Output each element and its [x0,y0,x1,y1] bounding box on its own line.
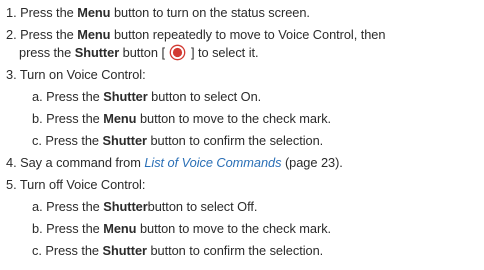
step-5a-shutter-label: Shutter [103,199,148,214]
step-1-number: 1. [6,5,17,20]
step-3b-menu-label: Menu [103,111,137,126]
step-5c-text-1: Press the [45,243,103,258]
step-3-number: 3. [6,67,17,82]
step-3b-text-3: button to move to the check mark. [136,111,332,126]
step-2-text-a: Press the [20,27,78,42]
step-2-shutter-label: Shutter [74,45,120,60]
step-2: 2. Press the Menu button repeatedly to m… [6,26,385,43]
step-3a-text-3: button to select On. [147,89,262,104]
step-5a-letter: a. [32,199,43,214]
step-3c: c. Press the Shutter button to confirm t… [32,132,323,149]
step-5c-shutter-label: Shutter [102,243,148,258]
step-5: 5. Turn off Voice Control: [6,176,145,193]
instructions-page: 1. Press the Menu button to turn on the … [0,0,484,270]
step-2-number: 2. [6,27,17,42]
step-3-text: Turn on Voice Control: [19,67,146,82]
step-3a-shutter-label: Shutter [103,89,148,104]
step-3b-letter: b. [32,111,43,126]
step-3c-letter: c. [32,133,42,148]
shutter-button-icon [169,44,186,61]
step-4-number: 4. [6,155,17,170]
step-3a-letter: a. [32,89,43,104]
step-2-menu-label: Menu [77,27,111,42]
step-3c-text-3: button to confirm the selection. [146,133,324,148]
step-5a-text-1: Press the [46,199,104,214]
step-3b-text-1: Press the [46,111,104,126]
step-1-text-c: button to turn on the status screen. [110,5,310,20]
step-5b-menu-label: Menu [103,221,137,236]
step-5c: c. Press the Shutter button to confirm t… [32,242,323,259]
step-5-number: 5. [6,177,17,192]
step-3b: b. Press the Menu button to move to the … [32,110,331,127]
step-5b-text-3: button to move to the check mark. [136,221,332,236]
step-2-text-d: press the [19,45,75,60]
step-5-text: Turn off Voice Control: [19,177,146,192]
step-3c-text-1: Press the [45,133,103,148]
step-5b: b. Press the Menu button to move to the … [32,220,331,237]
step-4: 4. Say a command from List of Voice Comm… [6,154,343,171]
step-1: 1. Press the Menu button to turn on the … [6,4,310,21]
step-2-text-c: button repeatedly to move to Voice Contr… [110,27,386,42]
step-5a-text-3: button to select Off. [147,199,258,214]
step-2-text-f: button [ [119,45,169,60]
step-1-text-a: Press the [20,5,78,20]
step-5a: a. Press the Shutterbutton to select Off… [32,198,257,215]
step-5c-text-3: button to confirm the selection. [146,243,324,258]
step-3c-shutter-label: Shutter [102,133,148,148]
step-3a: a. Press the Shutter button to select On… [32,88,261,105]
step-5c-letter: c. [32,243,42,258]
step-3: 3. Turn on Voice Control: [6,66,146,83]
step-5b-text-1: Press the [46,221,104,236]
step-2-text-g: ] to select it. [187,45,259,60]
step-4-text-a: Say a command from [20,155,145,170]
voice-commands-link[interactable]: List of Voice Commands [144,155,281,170]
step-2-continued: press the Shutter button [ ] to select i… [19,44,259,61]
step-4-text-c: (page 23). [281,155,343,170]
step-1-menu-label: Menu [77,5,111,20]
step-5b-letter: b. [32,221,43,236]
step-3a-text-1: Press the [46,89,104,104]
